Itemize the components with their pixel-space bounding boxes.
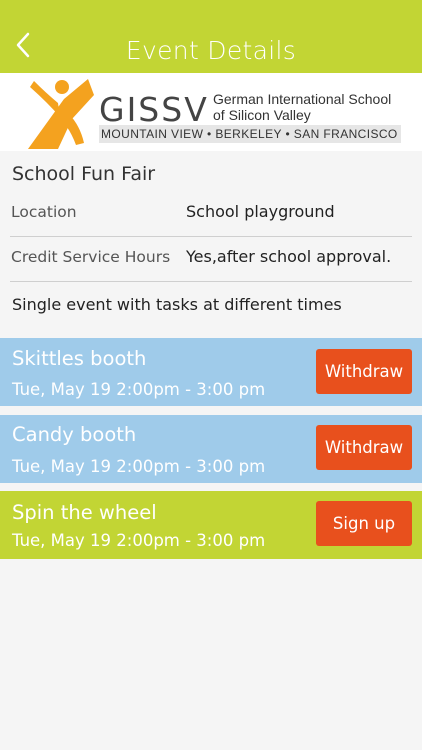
withdraw-button[interactable]: Withdraw [316, 425, 412, 470]
detail-label: Credit Service Hours [11, 248, 171, 266]
app-header: Event Details [0, 0, 422, 73]
task-card: Spin the wheel Tue, May 19 2:00pm - 3:00… [0, 491, 422, 559]
task-name: Candy booth [12, 423, 137, 446]
task-card: Candy booth Tue, May 19 2:00pm - 3:00 pm… [0, 415, 422, 483]
task-name: Skittles booth [12, 347, 147, 370]
task-card: Skittles booth Tue, May 19 2:00pm - 3:00… [0, 338, 422, 406]
task-time: Tue, May 19 2:00pm - 3:00 pm [12, 531, 266, 550]
logo-wordmark: GISSV [99, 90, 209, 129]
sign-up-button[interactable]: Sign up [316, 501, 412, 546]
school-name-line2: of Silicon Valley [213, 107, 311, 123]
detail-value: Yes,after school approval. [186, 247, 392, 266]
campus-list: MOUNTAIN VIEW • BERKELEY • SAN FRANCISCO [99, 125, 401, 143]
detail-row-location: Location School playground [10, 191, 412, 237]
detail-row-credit-hours: Credit Service Hours Yes,after school ap… [10, 236, 412, 282]
task-time: Tue, May 19 2:00pm - 3:00 pm [12, 380, 266, 399]
school-name-line1: German International School [213, 91, 392, 107]
page-title: Event Details [125, 36, 297, 65]
detail-label: Location [11, 203, 77, 221]
event-description: Single event with tasks at different tim… [12, 295, 342, 314]
detail-value: School playground [186, 202, 335, 221]
task-time: Tue, May 19 2:00pm - 3:00 pm [12, 457, 266, 476]
school-banner: GISSV German International School of Sil… [0, 73, 422, 151]
school-logo-icon [28, 79, 94, 149]
task-name: Spin the wheel [12, 501, 157, 524]
event-title: School Fun Fair [12, 163, 156, 185]
withdraw-button[interactable]: Withdraw [316, 349, 412, 394]
